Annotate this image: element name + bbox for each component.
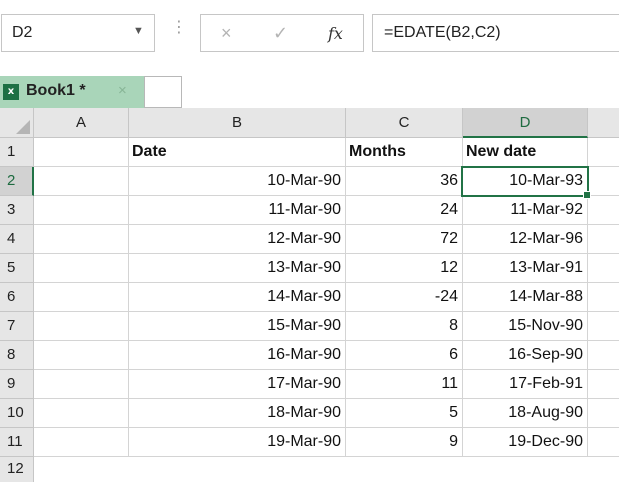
cell-a4[interactable] xyxy=(34,225,129,254)
cell-c3[interactable]: 24 xyxy=(346,196,463,225)
workbook-tab-row: x Book1 * × xyxy=(0,66,619,108)
cell-c4[interactable]: 72 xyxy=(346,225,463,254)
select-all-triangle-icon[interactable] xyxy=(16,120,30,134)
cell-c7[interactable]: 8 xyxy=(346,312,463,341)
cell-c9[interactable]: 11 xyxy=(346,370,463,399)
chevron-down-icon[interactable]: ▼ xyxy=(133,25,144,37)
cell-e9[interactable] xyxy=(588,370,619,399)
cell-a11[interactable] xyxy=(34,428,129,457)
name-box-value[interactable]: D2 xyxy=(12,24,32,42)
column-header-d[interactable]: D xyxy=(463,108,588,138)
close-icon[interactable]: × xyxy=(118,82,127,99)
cell-b11[interactable]: 19-Mar-90 xyxy=(129,428,346,457)
row-header-7[interactable]: 7 xyxy=(0,312,34,341)
cell-e2[interactable] xyxy=(588,167,619,196)
cell-d8[interactable]: 16-Sep-90 xyxy=(463,341,588,370)
row-header-12[interactable]: 12 xyxy=(0,457,34,482)
cell-d10[interactable]: 18-Aug-90 xyxy=(463,399,588,428)
select-all-corner[interactable] xyxy=(0,108,34,138)
row-header-6[interactable]: 6 xyxy=(0,283,34,312)
cell-c11[interactable]: 9 xyxy=(346,428,463,457)
cell-a3[interactable] xyxy=(34,196,129,225)
workbook-tab[interactable]: x Book1 * × xyxy=(0,76,144,108)
cell-d4[interactable]: 12-Mar-96 xyxy=(463,225,588,254)
row-header-1[interactable]: 1 xyxy=(0,138,34,167)
cell-e8[interactable] xyxy=(588,341,619,370)
cell-e6[interactable] xyxy=(588,283,619,312)
cell-c6[interactable]: -24 xyxy=(346,283,463,312)
cell-a10[interactable] xyxy=(34,399,129,428)
row-header-4[interactable]: 4 xyxy=(0,225,34,254)
cell-e11[interactable] xyxy=(588,428,619,457)
cell-d5[interactable]: 13-Mar-91 xyxy=(463,254,588,283)
column-header-b[interactable]: B xyxy=(129,108,346,138)
cell-e5[interactable] xyxy=(588,254,619,283)
cell-b5[interactable]: 13-Mar-90 xyxy=(129,254,346,283)
cell-c10[interactable]: 5 xyxy=(346,399,463,428)
row-header-11[interactable]: 11 xyxy=(0,428,34,457)
formula-bar-area: D2 ▼ ⋮ × ✓ fx =EDATE(B2,C2) xyxy=(0,0,619,66)
enter-checkmark-icon[interactable]: ✓ xyxy=(273,23,288,44)
cell-b3[interactable]: 11-Mar-90 xyxy=(129,196,346,225)
new-workbook-tab-button[interactable] xyxy=(144,76,182,108)
cell-d1[interactable]: New date xyxy=(463,138,588,167)
cell-a2[interactable] xyxy=(34,167,129,196)
row-header-3[interactable]: 3 xyxy=(0,196,34,225)
cell-e3[interactable] xyxy=(588,196,619,225)
cancel-icon[interactable]: × xyxy=(221,23,232,44)
cell-d11[interactable]: 19-Dec-90 xyxy=(463,428,588,457)
cell-c8[interactable]: 6 xyxy=(346,341,463,370)
cell-d6[interactable]: 14-Mar-88 xyxy=(463,283,588,312)
cell-a8[interactable] xyxy=(34,341,129,370)
cell-b7[interactable]: 15-Mar-90 xyxy=(129,312,346,341)
cell-e4[interactable] xyxy=(588,225,619,254)
cell-a1[interactable] xyxy=(34,138,129,167)
cell-c1[interactable]: Months xyxy=(346,138,463,167)
cell-b2[interactable]: 10-Mar-90 xyxy=(129,167,346,196)
column-header-e[interactable] xyxy=(588,108,619,138)
cell-b1[interactable]: Date xyxy=(129,138,346,167)
fill-handle[interactable] xyxy=(583,191,591,199)
formula-text[interactable]: =EDATE(B2,C2) xyxy=(384,24,501,42)
row-header-9[interactable]: 9 xyxy=(0,370,34,399)
column-header-a[interactable]: A xyxy=(34,108,129,138)
cell-e1[interactable] xyxy=(588,138,619,167)
insert-function-icon[interactable]: fx xyxy=(328,24,343,43)
cell-d9[interactable]: 17-Feb-91 xyxy=(463,370,588,399)
row-header-5[interactable]: 5 xyxy=(0,254,34,283)
cell-a6[interactable] xyxy=(34,283,129,312)
workbook-tab-title[interactable]: Book1 * xyxy=(26,82,86,100)
vertical-dots-icon[interactable]: ⋮ xyxy=(171,20,187,36)
row-header-8[interactable]: 8 xyxy=(0,341,34,370)
cell-b9[interactable]: 17-Mar-90 xyxy=(129,370,346,399)
row-header-2[interactable]: 2 xyxy=(0,167,34,196)
cell-a5[interactable] xyxy=(34,254,129,283)
formula-input[interactable]: =EDATE(B2,C2) xyxy=(372,14,619,52)
cell-e7[interactable] xyxy=(588,312,619,341)
cell-d7[interactable]: 15-Nov-90 xyxy=(463,312,588,341)
cell-e10[interactable] xyxy=(588,399,619,428)
row-header-10[interactable]: 10 xyxy=(0,399,34,428)
name-box[interactable]: D2 ▼ xyxy=(1,14,155,52)
cell-a9[interactable] xyxy=(34,370,129,399)
cell-c2[interactable]: 36 xyxy=(346,167,463,196)
cell-b8[interactable]: 16-Mar-90 xyxy=(129,341,346,370)
cell-b10[interactable]: 18-Mar-90 xyxy=(129,399,346,428)
cell-d2[interactable]: 10-Mar-93 xyxy=(463,167,588,196)
excel-icon: x xyxy=(3,84,19,100)
column-header-c[interactable]: C xyxy=(346,108,463,138)
cell-d3[interactable]: 11-Mar-92 xyxy=(463,196,588,225)
cell-b6[interactable]: 14-Mar-90 xyxy=(129,283,346,312)
cell-b4[interactable]: 12-Mar-90 xyxy=(129,225,346,254)
cell-a7[interactable] xyxy=(34,312,129,341)
cell-c5[interactable]: 12 xyxy=(346,254,463,283)
formula-buttons: × ✓ fx xyxy=(200,14,364,52)
